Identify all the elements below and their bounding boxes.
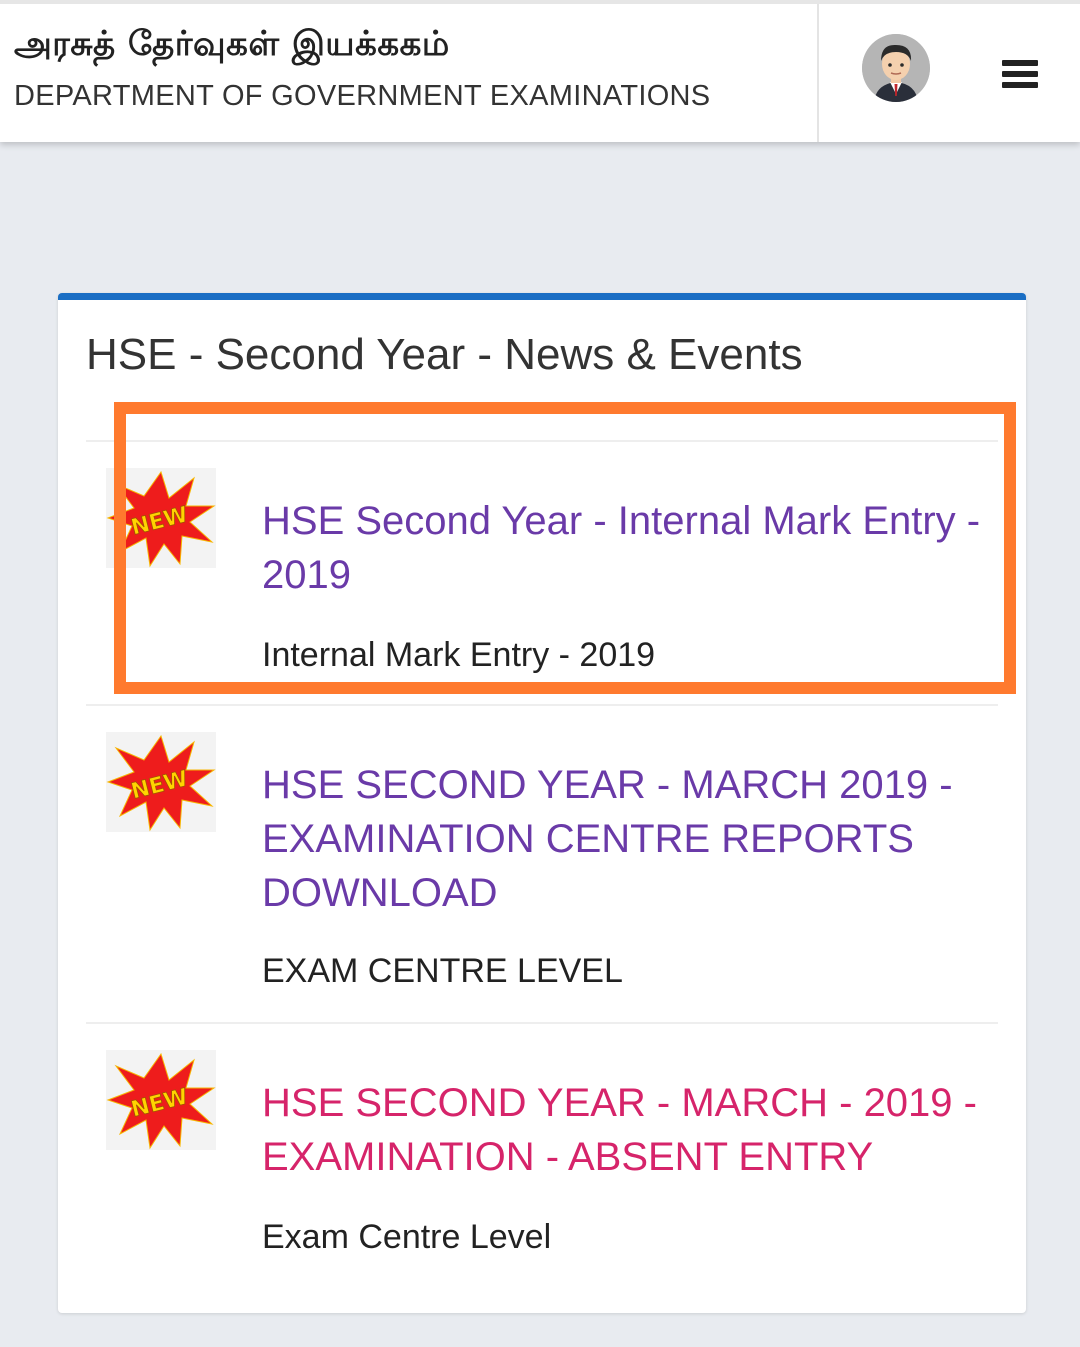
- brand-title-tamil: அரசுத் தேர்வுகள் இயக்ககம்: [14, 24, 450, 64]
- item-subtitle: Internal Mark Entry - 2019: [262, 636, 656, 674]
- menu-line: [1002, 82, 1038, 88]
- top-header: அரசுத் தேர்வுகள் இயக்ககம் DEPARTMENT OF …: [0, 0, 1080, 142]
- brand[interactable]: அரசுத் தேர்வுகள் இயக்ககம் DEPARTMENT OF …: [14, 22, 710, 113]
- item-link[interactable]: HSE SECOND YEAR - MARCH - 2019 - EXAMINA…: [262, 1076, 992, 1184]
- list-item: NEW HSE SECOND YEAR - MARCH 2019 - EXAMI…: [86, 704, 998, 1022]
- news-events-panel: HSE - Second Year - News & Events NEW HS…: [58, 293, 1026, 1313]
- item-subtitle: Exam Centre Level: [262, 1218, 552, 1256]
- item-link[interactable]: HSE SECOND YEAR - MARCH 2019 - EXAMINATI…: [262, 758, 992, 920]
- new-badge-icon: NEW: [106, 732, 216, 832]
- new-badge-icon: NEW: [106, 1050, 216, 1150]
- brand-title-english: DEPARTMENT OF GOVERNMENT EXAMINATIONS: [14, 80, 711, 112]
- avatar-icon: [862, 34, 930, 102]
- new-badge-icon: NEW: [106, 468, 216, 568]
- list-item: NEW HSE SECOND YEAR - MARCH - 2019 - EXA…: [86, 1022, 998, 1284]
- user-avatar[interactable]: [862, 34, 930, 102]
- hamburger-menu-icon[interactable]: [1002, 60, 1038, 92]
- menu-line: [1002, 71, 1038, 77]
- header-divider: [817, 4, 819, 142]
- item-subtitle: EXAM CENTRE LEVEL: [262, 952, 623, 990]
- menu-line: [1002, 60, 1038, 66]
- item-link[interactable]: HSE Second Year - Internal Mark Entry - …: [262, 494, 992, 602]
- panel-title: HSE - Second Year - News & Events: [86, 330, 803, 379]
- list-item: NEW HSE Second Year - Internal Mark Entr…: [86, 440, 998, 702]
